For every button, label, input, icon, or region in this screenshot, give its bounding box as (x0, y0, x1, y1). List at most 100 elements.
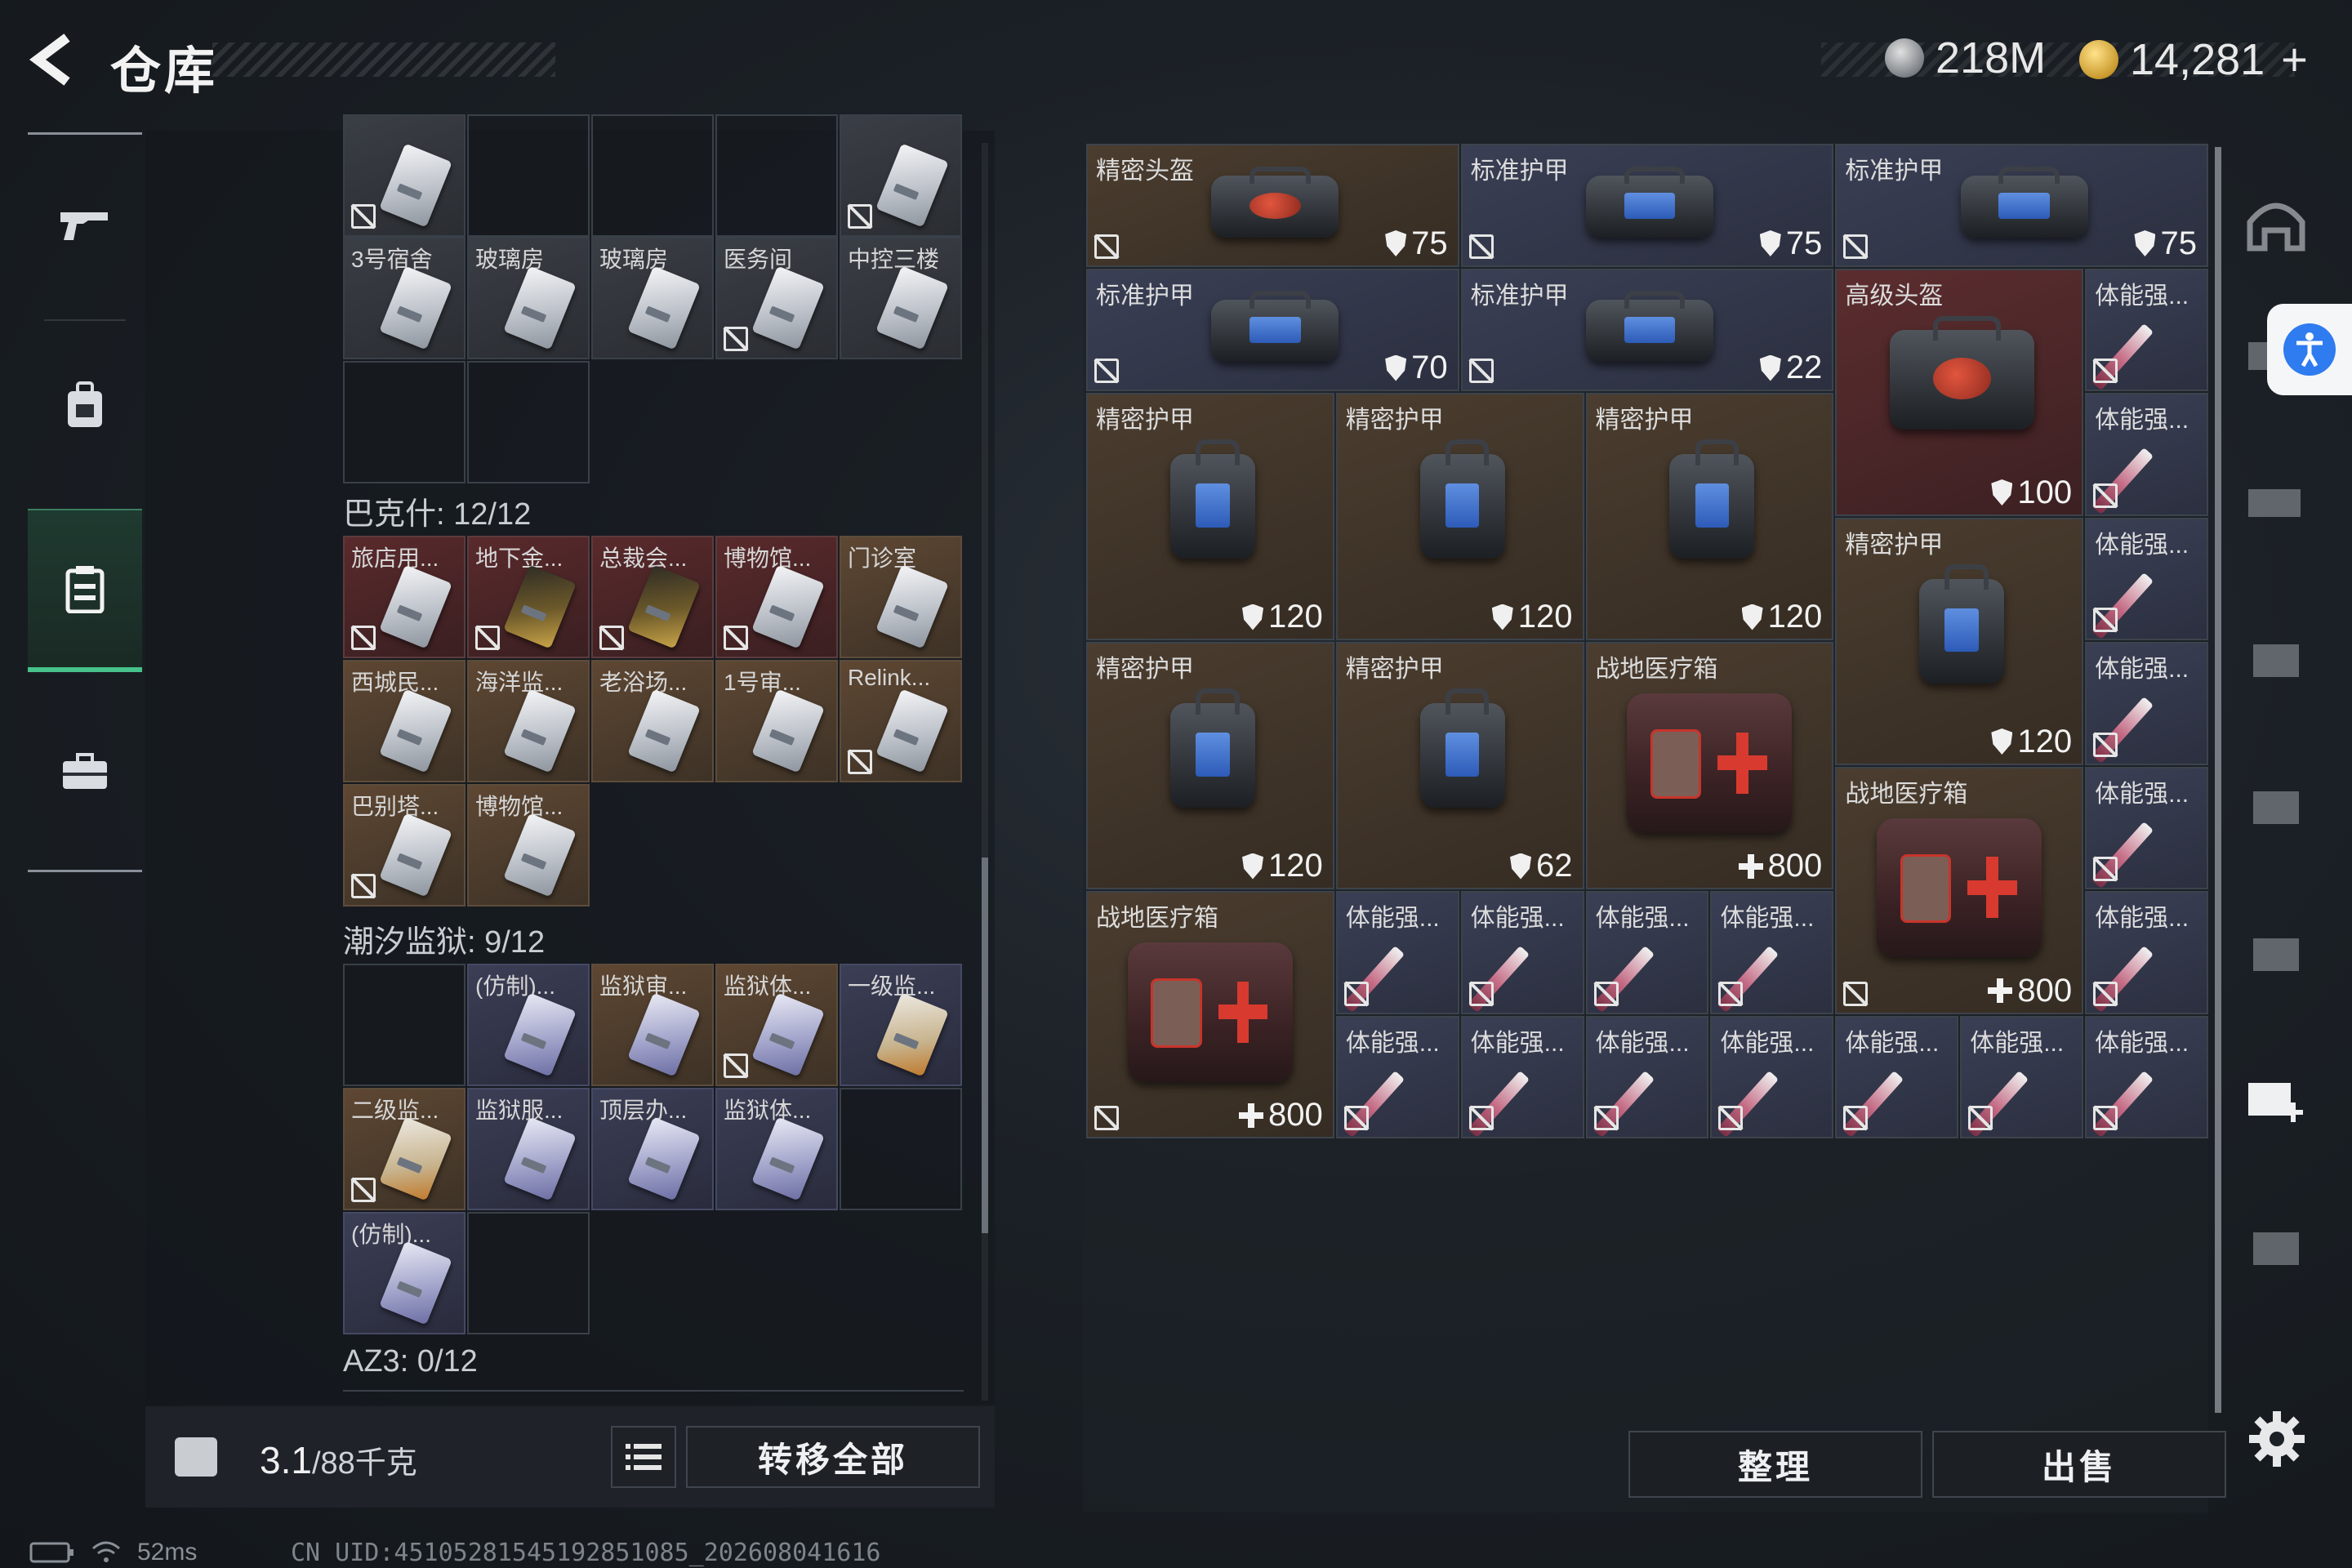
nav-toolbox[interactable] (28, 690, 142, 853)
keycard-icon (503, 813, 577, 898)
list-view-button[interactable] (611, 1426, 676, 1488)
keycard-slot[interactable]: 1号审... (715, 660, 838, 782)
keycard-slot[interactable]: 地下金... (467, 536, 590, 658)
armor-item[interactable]: 精密护甲 62 (1335, 642, 1584, 889)
item-hp: 800 (1239, 1097, 1323, 1134)
medkit-item[interactable]: 战地医疗箱 800 (1086, 891, 1334, 1138)
stamina-syringe-item[interactable]: 体能强... (2085, 268, 2208, 391)
section-header-tide-prison: 潮汐监狱: 9/12 (343, 925, 546, 960)
keycard-slot[interactable]: (仿制)... (467, 964, 590, 1086)
armor-item[interactable]: 标准护甲 70 (1086, 268, 1459, 391)
category-iv-add[interactable] (2239, 1062, 2313, 1135)
armor-item[interactable]: 标准护甲 75 (1460, 144, 1834, 267)
stamina-syringe-item[interactable]: 体能强... (1835, 1015, 1959, 1138)
keycard-slot[interactable]: (仿制)... (343, 1212, 466, 1334)
item-value: 120 (1268, 848, 1323, 884)
keycard-slot[interactable]: 顶层办... (591, 1088, 714, 1210)
keycard-slot[interactable] (343, 114, 466, 237)
item-hp: 800 (1988, 973, 2072, 1009)
armor-item[interactable]: 标准护甲 75 (1835, 144, 2208, 267)
keycard-slot[interactable]: 玻璃房 (591, 237, 714, 359)
nav-weapons[interactable] (28, 143, 142, 306)
accessibility-button[interactable] (2267, 304, 2352, 395)
stamina-syringe-item[interactable]: 体能强... (2085, 1015, 2208, 1138)
keycard-slot[interactable]: 巴别塔... (343, 784, 466, 906)
unbound-icon (1843, 234, 1869, 259)
keycard-slot[interactable]: 监狱审... (591, 964, 714, 1086)
stamina-syringe-item[interactable]: 体能强... (2085, 642, 2208, 765)
item-name: 精密护甲 (1345, 407, 1444, 434)
keycard-slot[interactable]: Relink... (840, 660, 962, 782)
transfer-all-button[interactable]: 转移全部 (686, 1426, 980, 1488)
armor-item[interactable]: 精密护甲 120 (1835, 517, 2084, 765)
wifi-icon (92, 1541, 120, 1562)
armor-item[interactable]: 精密护甲 120 (1086, 393, 1334, 640)
keycard-slot[interactable]: 玻璃房 (467, 237, 590, 359)
keycard-slot[interactable]: 旅店用... (343, 536, 466, 658)
sell-button[interactable]: 出售 (1932, 1431, 2226, 1498)
keycard-name: 顶层办... (599, 1098, 688, 1123)
unbound-icon (2093, 732, 2118, 757)
stamina-syringe-item[interactable]: 体能强... (1710, 891, 1834, 1014)
armor-item[interactable]: 精密护甲 120 (1335, 393, 1584, 640)
section-header-bakesh: 巴克什: 12/12 (343, 497, 532, 532)
gun-icon (60, 212, 108, 240)
armor-item[interactable]: 精密头盔 75 (1086, 144, 1459, 267)
keycard-name: 总裁会... (599, 546, 688, 571)
settings-gear-icon[interactable] (2247, 1410, 2306, 1468)
unbound-icon (1718, 981, 1744, 1006)
nav-storage[interactable] (28, 509, 142, 672)
stamina-syringe-item[interactable]: 体能强... (1460, 1015, 1584, 1138)
category-gti-vest[interactable] (2239, 466, 2313, 539)
stamina-syringe-item[interactable]: 体能强... (1335, 891, 1459, 1014)
keycard-icon (627, 1116, 701, 1201)
stamina-syringe-item[interactable]: 体能强... (1710, 1015, 1834, 1138)
keycard-slot[interactable]: 监狱体... (715, 964, 838, 1086)
category-helmet[interactable] (2239, 186, 2313, 260)
medkit-item[interactable]: 战地医疗箱 800 (1585, 642, 1834, 889)
armor-item[interactable]: 高级头盔 100 (1835, 268, 2084, 516)
keycard-slot[interactable]: 监狱体... (715, 1088, 838, 1210)
category-iv-2[interactable] (2239, 768, 2313, 841)
armor-item[interactable]: 精密护甲 120 (1585, 393, 1834, 640)
stamina-syringe-item[interactable]: 体能强... (1585, 891, 1709, 1014)
armor-item[interactable]: 标准护甲 22 (1460, 268, 1834, 391)
keycard-slot[interactable]: 博物馆... (467, 784, 590, 906)
stamina-syringe-item[interactable]: 体能强... (2085, 891, 2208, 1014)
category-iv-3[interactable] (2239, 915, 2313, 988)
medkit-item[interactable]: 战地医疗箱 800 (1835, 766, 2084, 1014)
keycard-slot[interactable]: 海洋监... (467, 660, 590, 782)
keycard-slot[interactable]: 3号宿舍 (343, 237, 466, 359)
keycard-slot[interactable]: 一级监... (840, 964, 962, 1086)
stamina-syringe-item[interactable]: 体能强... (1335, 1015, 1459, 1138)
back-arrow-icon[interactable] (24, 31, 82, 88)
nav-backpack[interactable] (28, 324, 142, 488)
stamina-syringe-item[interactable]: 体能强... (1960, 1015, 2084, 1138)
add-currency-button[interactable]: + (2281, 33, 2308, 86)
stamina-syringe-item[interactable]: 体能强... (2085, 517, 2208, 640)
keycard-slot[interactable]: 二级监... (343, 1088, 466, 1210)
keycard-slot[interactable]: 监狱服... (467, 1088, 590, 1210)
keycard-slot[interactable]: 博物馆... (715, 536, 838, 658)
stamina-syringe-item[interactable]: 体能强... (2085, 393, 2208, 516)
helmet-image (1889, 315, 2034, 430)
keycard-slot[interactable]: 医务间 (715, 237, 838, 359)
keycard-slot[interactable] (840, 114, 962, 237)
armor-item[interactable]: 精密护甲 120 (1086, 642, 1334, 889)
keycard-name: 监狱体... (724, 973, 812, 999)
storage-scrollbar-thumb[interactable] (982, 858, 988, 1233)
keycard-slot[interactable]: 老浴场... (591, 660, 714, 782)
inventory-scrollbar[interactable] (2215, 147, 2221, 1413)
keycard-slot[interactable]: 门诊室 (840, 536, 962, 658)
keycard-slot[interactable]: 西城民... (343, 660, 466, 782)
organize-button[interactable]: 整理 (1628, 1431, 1922, 1498)
stamina-syringe-item[interactable]: 体能强... (1460, 891, 1584, 1014)
stamina-syringe-item[interactable]: 体能强... (2085, 766, 2208, 889)
category-v[interactable] (2239, 1209, 2313, 1282)
category-iv-1[interactable] (2239, 621, 2313, 694)
item-durability: 62 (1510, 848, 1573, 884)
keycard-slot[interactable]: 总裁会... (591, 536, 714, 658)
keycard-slot[interactable]: 中控三楼 (840, 237, 962, 359)
armor-iv-icon (2253, 938, 2299, 971)
stamina-syringe-item[interactable]: 体能强... (1585, 1015, 1709, 1138)
